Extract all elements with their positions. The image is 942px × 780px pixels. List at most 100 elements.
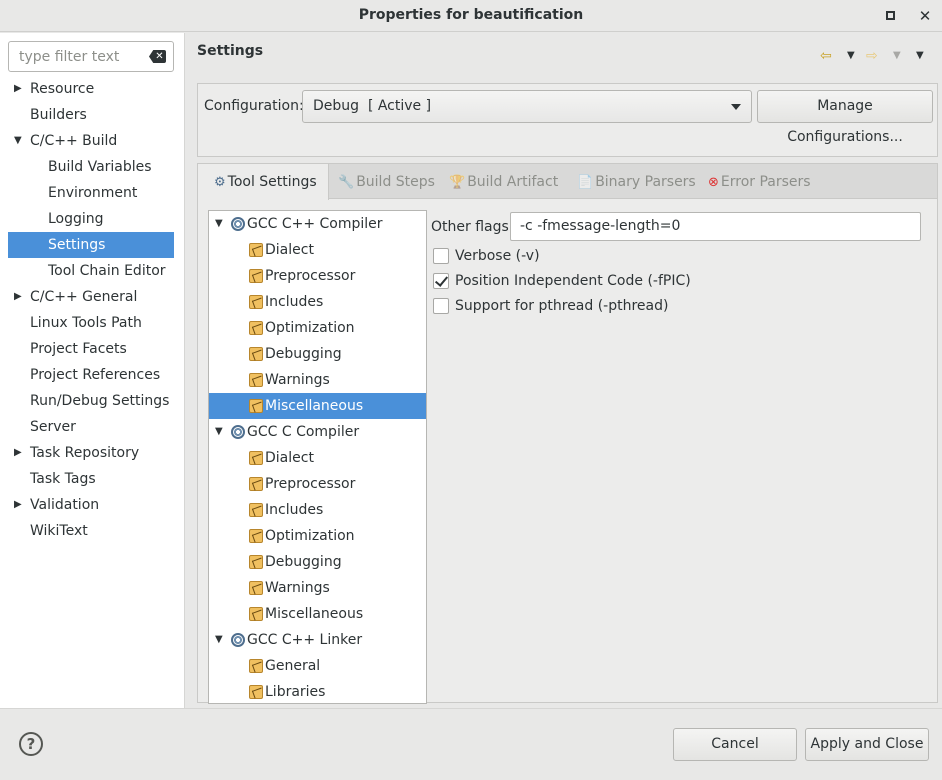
help-icon[interactable]: ? (19, 732, 43, 756)
sidebar-item-settings[interactable]: Settings (8, 232, 174, 258)
tab-build-steps[interactable]: 🔧 Build Steps (338, 164, 435, 199)
pic-checkbox[interactable] (433, 273, 449, 289)
tool-settings-icon: ⚙ (214, 175, 226, 190)
sidebar-item-build-variables[interactable]: Build Variables (8, 154, 174, 180)
sidebar-item-logging[interactable]: Logging (8, 206, 174, 232)
sidebar-item-project-references[interactable]: Project References (8, 362, 174, 388)
sidebar-item-label: Tool Chain Editor (48, 263, 166, 279)
tool-tree-item[interactable]: ▼ GCC C++ Linker (209, 627, 426, 653)
expanded-arrow-icon[interactable]: ▼ (215, 627, 223, 653)
option-folder-icon (249, 451, 263, 465)
tool-tree-item[interactable]: Warnings (209, 575, 426, 601)
sidebar-item-project-facets[interactable]: Project Facets (8, 336, 174, 362)
tool-tree-label: Dialect (265, 242, 314, 258)
option-folder-icon (249, 295, 263, 309)
view-menu-icon[interactable]: ▼ (916, 47, 924, 65)
tab-label: Build Steps (356, 174, 435, 190)
option-folder-icon (249, 685, 263, 699)
tool-tree-item[interactable]: ▼ GCC C Compiler (209, 419, 426, 445)
tool-tree-item[interactable]: General (209, 653, 426, 679)
forward-dropdown-icon[interactable]: ▼ (893, 47, 901, 65)
filter-placeholder: type filter text (19, 49, 120, 65)
sidebar-item-validation[interactable]: ▶ Validation (8, 492, 174, 518)
sidebar-item-run-debug-settings[interactable]: Run/Debug Settings (8, 388, 174, 414)
tool-tree-label: Includes (265, 294, 324, 310)
expanded-arrow-icon[interactable]: ▼ (14, 128, 22, 154)
sidebar-item-task-tags[interactable]: Task Tags (8, 466, 174, 492)
close-icon[interactable]: ✕ (915, 6, 935, 26)
other-flags-value: -c -fmessage-length=0 (520, 218, 681, 234)
back-arrow-icon[interactable]: ⇦ (820, 47, 832, 65)
tab-error-parsers[interactable]: ⊗ Error Parsers (708, 164, 811, 199)
build-artifact-icon: 🏆 (449, 175, 466, 190)
tool-tree-label: Optimization (265, 528, 355, 544)
sidebar-item-c-c-build[interactable]: ▼ C/C++ Build (8, 128, 174, 154)
tab-strip: ⚙ Tool Settings 🔧 Build Steps 🏆 Build Artif… (198, 164, 937, 200)
sidebar-item-c-c-general[interactable]: ▶ C/C++ General (8, 284, 174, 310)
button-bar: ? Cancel Apply and Close (0, 708, 942, 780)
collapsed-arrow-icon[interactable]: ▶ (14, 76, 22, 102)
manage-configurations-button[interactable]: Manage Configurations... (757, 90, 933, 145)
sidebar-item-label: Run/Debug Settings (30, 393, 170, 409)
apply-and-close-button[interactable]: Apply and Close (805, 728, 929, 761)
configuration-value: Debug [ Active ] (313, 98, 432, 114)
tool-tree-item[interactable]: Miscellaneous (209, 601, 426, 627)
configuration-select[interactable]: Debug [ Active ] (302, 90, 752, 123)
tool-tree-item[interactable]: Preprocessor (209, 263, 426, 289)
sidebar-item-environment[interactable]: Environment (8, 180, 174, 206)
configuration-group: Configuration: Debug [ Active ] Manage C… (197, 83, 938, 157)
tool-tree-item[interactable]: Optimization (209, 315, 426, 341)
tab-tool-settings[interactable]: ⚙ Tool Settings (198, 164, 329, 200)
tool-tree-label: Warnings (265, 372, 330, 388)
forward-arrow-icon[interactable]: ⇨ (866, 47, 878, 65)
tool-gear-icon (231, 425, 245, 439)
tool-tree-item[interactable]: Includes (209, 497, 426, 523)
maximize-icon[interactable] (880, 6, 900, 26)
tool-tree-item[interactable]: ▼ GCC C++ Compiler (209, 211, 426, 237)
verbose-checkbox[interactable] (433, 248, 449, 264)
sidebar-item-linux-tools-path[interactable]: Linux Tools Path (8, 310, 174, 336)
tab-label: Binary Parsers (595, 174, 696, 190)
pthread-checkbox[interactable] (433, 298, 449, 314)
tool-tree-item[interactable]: Debugging (209, 549, 426, 575)
tool-tree-item[interactable]: Dialect (209, 237, 426, 263)
tool-tree-item[interactable]: Includes (209, 289, 426, 315)
tab-label: Error Parsers (720, 174, 811, 190)
sidebar-item-server[interactable]: Server (8, 414, 174, 440)
tool-tree-item[interactable]: Warnings (209, 367, 426, 393)
expanded-arrow-icon[interactable]: ▼ (215, 419, 223, 445)
tab-binary-parsers[interactable]: 📄 Binary Parsers (577, 164, 696, 199)
tool-tree-item[interactable]: Libraries (209, 679, 426, 703)
other-flags-input[interactable]: -c -fmessage-length=0 (510, 212, 921, 241)
tool-tree-item[interactable]: Optimization (209, 523, 426, 549)
tool-tree-item[interactable]: Preprocessor (209, 471, 426, 497)
verbose-label: Verbose (-v) (455, 248, 540, 264)
collapsed-arrow-icon[interactable]: ▶ (14, 440, 22, 466)
sidebar-item-builders[interactable]: Builders (8, 102, 174, 128)
expanded-arrow-icon[interactable]: ▼ (215, 211, 223, 237)
option-folder-icon (249, 321, 263, 335)
tab-build-artifact[interactable]: 🏆 Build Artifact (449, 164, 558, 199)
sidebar-item-task-repository[interactable]: ▶ Task Repository (8, 440, 174, 466)
tool-tree-label: GCC C Compiler (247, 424, 360, 440)
sidebar-item-resource[interactable]: ▶ Resource (8, 76, 174, 102)
collapsed-arrow-icon[interactable]: ▶ (14, 492, 22, 518)
sidebar-item-label: Task Tags (30, 471, 96, 487)
tool-tree-item[interactable]: Debugging (209, 341, 426, 367)
collapsed-arrow-icon[interactable]: ▶ (14, 284, 22, 310)
tool-tree-label: Optimization (265, 320, 355, 336)
tab-label: Build Artifact (467, 174, 559, 190)
back-dropdown-icon[interactable]: ▼ (847, 47, 855, 65)
tool-tree-label: Libraries (265, 684, 326, 700)
sidebar-item-wikitext[interactable]: WikiText (8, 518, 174, 544)
clear-icon[interactable]: ✕ (149, 50, 166, 63)
filter-input[interactable]: type filter text ✕ (8, 41, 174, 72)
tool-tree-item[interactable]: Dialect (209, 445, 426, 471)
page-title: Settings (197, 43, 264, 59)
sidebar-item-tool-chain-editor[interactable]: Tool Chain Editor (8, 258, 174, 284)
tool-tree-item[interactable]: Miscellaneous (209, 393, 426, 419)
tool-tree-label: Dialect (265, 450, 314, 466)
option-folder-icon (249, 269, 263, 283)
cancel-button[interactable]: Cancel (673, 728, 797, 761)
option-folder-icon (249, 659, 263, 673)
